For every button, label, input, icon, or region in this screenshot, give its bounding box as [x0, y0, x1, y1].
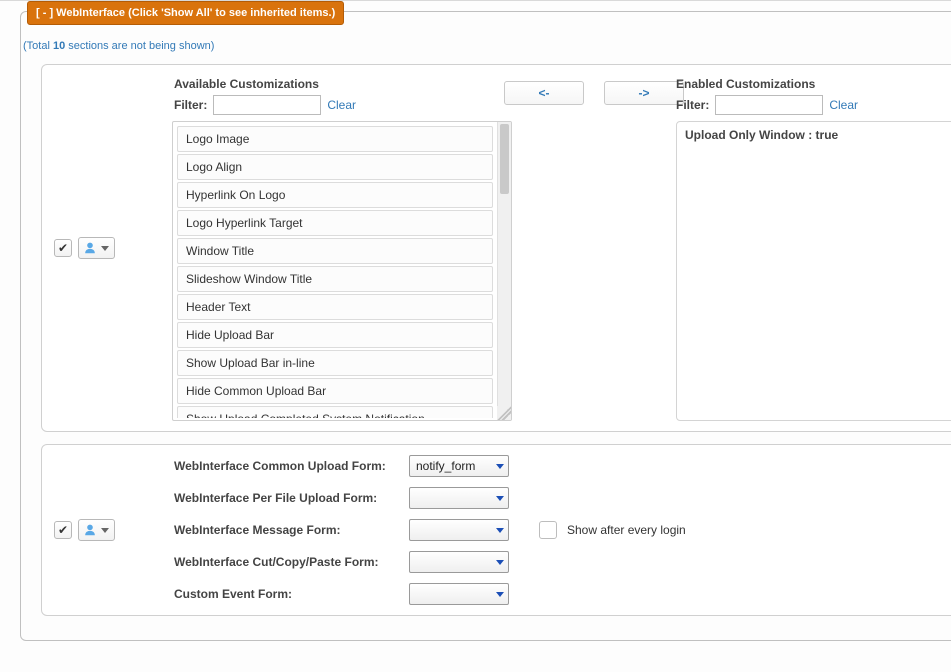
chevron-down-icon [496, 560, 504, 565]
webinterface-fieldset: [ - ] WebInterface (Click 'Show All' to … [20, 11, 951, 641]
panel-user-dropdown[interactable] [78, 519, 115, 541]
list-item[interactable]: Hide Upload Bar [177, 322, 493, 348]
available-listbox[interactable]: Logo Image Logo Align Hyperlink On Logo … [172, 121, 512, 421]
per-file-upload-form-select[interactable] [409, 487, 509, 509]
enabled-listbox[interactable]: Upload Only Window : true [676, 121, 951, 421]
form-label: WebInterface Cut/Copy/Paste Form: [174, 555, 399, 569]
list-item[interactable]: Show Upload Bar in-line [177, 350, 493, 376]
available-filter-input[interactable] [213, 95, 321, 115]
message-form-select[interactable] [409, 519, 509, 541]
show-after-login-label: Show after every login [567, 523, 686, 537]
enabled-filter-input[interactable] [715, 95, 823, 115]
list-item[interactable]: Header Text [177, 294, 493, 320]
forms-panel: ✔ WebInterface Common Upload Form: [41, 444, 951, 616]
common-upload-form-select[interactable]: notify_form [409, 455, 509, 477]
panel-user-dropdown[interactable] [78, 237, 115, 259]
customizations-panel: ✔ Avail [41, 64, 951, 432]
form-label: WebInterface Per File Upload Form: [174, 491, 399, 505]
scrollbar-thumb[interactable] [500, 124, 509, 194]
list-item[interactable]: Show Upload Completed System Notificatio… [177, 406, 493, 418]
panel-toggle-checkbox[interactable]: ✔ [54, 521, 72, 539]
form-label: WebInterface Message Form: [174, 523, 399, 537]
list-item[interactable]: Hide Common Upload Bar [177, 378, 493, 404]
list-item[interactable]: Logo Align [177, 154, 493, 180]
chevron-down-icon [101, 246, 109, 251]
chevron-down-icon [496, 592, 504, 597]
move-right-button[interactable]: -> [604, 81, 684, 105]
custom-event-form-select[interactable] [409, 583, 509, 605]
form-label: WebInterface Common Upload Form: [174, 459, 399, 473]
chevron-down-icon [101, 528, 109, 533]
available-scrollbar[interactable] [497, 122, 511, 420]
sections-hidden-note: (Total 10 sections are not being shown) [23, 40, 951, 52]
form-label: Custom Event Form: [174, 587, 399, 601]
user-icon [83, 523, 97, 537]
chevron-down-icon [496, 496, 504, 501]
list-item[interactable]: Window Title [177, 238, 493, 264]
user-icon [83, 241, 97, 255]
enabled-filter-label: Filter: [676, 98, 709, 112]
show-after-login-checkbox[interactable] [539, 521, 557, 539]
available-header: Available Customizations Filter: Clear [162, 75, 512, 121]
list-item[interactable]: Slideshow Window Title [177, 266, 493, 292]
chevron-down-icon [496, 464, 504, 469]
resize-grip-icon[interactable] [497, 406, 511, 420]
move-left-button[interactable]: <- [504, 81, 584, 105]
fieldset-legend[interactable]: [ - ] WebInterface (Click 'Show All' to … [27, 1, 344, 25]
cut-copy-paste-form-select[interactable] [409, 551, 509, 573]
enabled-header: Enabled Customizations Filter: Clear [676, 75, 951, 121]
chevron-down-icon [496, 528, 504, 533]
available-filter-label: Filter: [174, 98, 207, 112]
list-item[interactable]: Logo Image [177, 126, 493, 152]
panel-toggle-checkbox[interactable]: ✔ [54, 239, 72, 257]
available-clear-link[interactable]: Clear [327, 98, 356, 112]
panel-side-controls: ✔ [52, 455, 162, 605]
enabled-clear-link[interactable]: Clear [829, 98, 858, 112]
list-item[interactable]: Logo Hyperlink Target [177, 210, 493, 236]
list-item[interactable]: Hyperlink On Logo [177, 182, 493, 208]
list-item[interactable]: Upload Only Window : true [685, 128, 951, 142]
panel-side-controls: ✔ [52, 75, 162, 421]
